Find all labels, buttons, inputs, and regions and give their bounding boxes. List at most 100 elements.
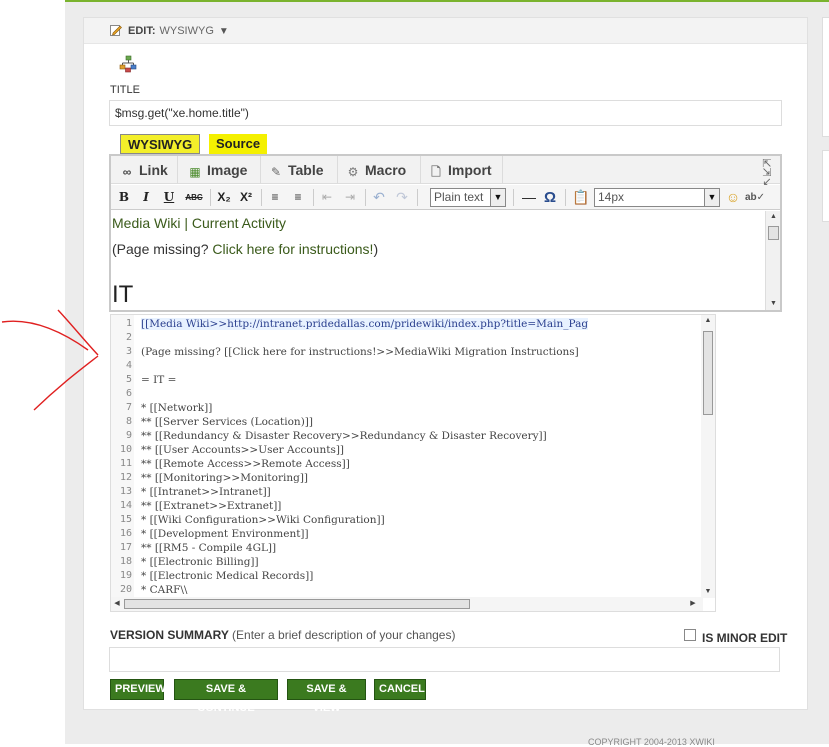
underline-button[interactable]: U — [162, 188, 176, 207]
macro-button[interactable]: ⚙ Macro — [345, 159, 407, 181]
editor-main-toolbar: ∞ Link ▦ Image ✎ Table ⚙ Macro 🗋 Import ⇱ ⇲ ↙ … — [111, 156, 780, 197]
code-line[interactable]: [[Media Wiki>>http://intranet.pridedalla… — [141, 318, 589, 330]
table-button[interactable]: ✎ Table — [268, 159, 324, 181]
code-line[interactable]: * [[Development Environment]] — [141, 528, 309, 540]
code-horizontal-scrollbar[interactable]: ◀ ▶ — [111, 597, 703, 611]
toolbar-divider — [177, 156, 178, 184]
numbered-list-icon[interactable]: ≡ — [290, 188, 306, 207]
minor-edit-checkbox[interactable] — [684, 629, 696, 641]
tab-wysiwyg[interactable]: WYSIWYG — [120, 134, 201, 154]
code-line[interactable]: ** [[Monitoring>>Monitoring]] — [141, 472, 308, 484]
content-scrollbar[interactable]: ▲ ▼ — [765, 211, 780, 310]
version-summary-hint: (Enter a brief description of your chang… — [232, 628, 456, 642]
line-number: 2 — [125, 332, 132, 343]
preview-button[interactable]: PREVIEW — [110, 679, 166, 700]
link-button[interactable]: ∞ Link — [119, 159, 168, 181]
side-panel-edge — [822, 150, 829, 222]
bold-button[interactable]: B — [117, 188, 131, 207]
font-size-select[interactable]: 14px ▼ — [594, 188, 720, 207]
source-code-editor[interactable]: 1 2 3 4 5 6 7 8 9 10 11 12 13 14 15 16 17 18 19 20 [[Media … — [110, 314, 716, 612]
code-line[interactable]: ** [[Redundancy & Disaster Recovery>>Red… — [141, 430, 547, 442]
strikethrough-button[interactable]: ABC — [183, 188, 205, 207]
image-icon: ▦ — [189, 165, 201, 179]
scroll-thumb[interactable] — [768, 226, 779, 240]
image-button[interactable]: ▦ Image — [187, 159, 247, 181]
toolbar-divider — [260, 156, 261, 184]
tab-source[interactable]: Source — [209, 134, 268, 154]
toolbar-divider — [210, 189, 211, 206]
superscript-button[interactable]: X² — [237, 188, 255, 207]
scroll-thumb[interactable] — [124, 599, 470, 609]
wysiwyg-content[interactable]: Media Wiki | Current Activity (Page miss… — [111, 211, 767, 310]
sitemap-icon[interactable] — [119, 55, 137, 73]
redo-icon[interactable]: ↷ — [394, 188, 410, 207]
toolbar-divider — [337, 156, 338, 184]
undo-icon[interactable]: ↶ — [371, 188, 387, 207]
code-line[interactable]: = IT = — [141, 374, 176, 386]
line-number: 8 — [125, 416, 132, 427]
editor-panel: EDIT: WYSIWYG ▼ TITLE $msg.get("xe.home.ti… — [83, 17, 808, 714]
code-line[interactable]: (Page missing? [[Click here for instruct… — [141, 346, 579, 358]
link-label: Link — [139, 162, 168, 178]
spellcheck-icon[interactable]: ab✓ — [745, 188, 765, 207]
style-select-value: Plain text — [434, 190, 484, 204]
style-select[interactable]: Plain text ▼ — [430, 188, 506, 207]
font-size-value: 14px — [598, 190, 625, 204]
edit-menu-bar[interactable]: EDIT: WYSIWYG ▼ — [84, 18, 807, 44]
scroll-down-icon[interactable]: ▼ — [766, 298, 781, 310]
scroll-right-icon[interactable]: ▶ — [687, 598, 699, 610]
code-line[interactable]: * [[Network]] — [141, 402, 212, 414]
copyright: COPYRIGHT 2004-2013 XWIKI — [588, 737, 715, 747]
special-char-button[interactable]: Ω — [541, 188, 559, 207]
import-button[interactable]: 🗋 Import — [428, 159, 491, 181]
indent-icon[interactable]: ⇥ — [342, 188, 358, 207]
scroll-up-icon[interactable]: ▲ — [766, 211, 781, 223]
chevron-down-icon: ▼ — [490, 189, 505, 206]
line-number: 15 — [119, 514, 132, 525]
note-suffix: ) — [373, 241, 379, 257]
subscript-button[interactable]: X₂ — [215, 188, 233, 207]
code-line[interactable]: * [[Wiki Configuration>>Wiki Configurati… — [141, 514, 385, 526]
italic-button[interactable]: I — [139, 188, 153, 207]
emoticon-icon[interactable]: ☺ — [725, 188, 741, 207]
version-summary-input[interactable] — [109, 647, 780, 672]
paste-icon[interactable]: 📋 — [572, 188, 590, 207]
cancel-button[interactable]: CANCEL — [374, 679, 426, 700]
chevron-down-icon: ▼ — [704, 189, 719, 206]
code-line[interactable]: ** [[Extranet>>Extranet]] — [141, 500, 281, 512]
save-and-continue-button[interactable]: SAVE & CONTINUE — [174, 679, 278, 714]
title-input[interactable]: $msg.get("xe.home.title") — [109, 100, 782, 126]
caret-down-icon[interactable]: ▼ — [219, 26, 229, 37]
code-line[interactable]: * [[Electronic Medical Records]] — [141, 570, 313, 582]
scroll-up-icon[interactable]: ▲ — [701, 315, 715, 327]
toolbar-divider — [261, 189, 262, 206]
toolbar-divider — [565, 189, 566, 206]
line-number: 14 — [119, 500, 132, 511]
code-line[interactable]: ** [[RM5 - Compile 4GL]] — [141, 542, 276, 554]
line-number: 1 — [125, 318, 132, 329]
code-line[interactable]: * CARF\\ — [141, 584, 187, 596]
instructions-link[interactable]: Click here for instructions! — [212, 241, 373, 257]
scroll-thumb[interactable] — [703, 331, 713, 415]
save-and-view-button[interactable]: SAVE & VIEW — [287, 679, 366, 714]
code-vertical-scrollbar[interactable]: ▲ ▼ — [701, 315, 715, 598]
code-line[interactable]: ** [[Remote Access>>Remote Access]] — [141, 458, 350, 470]
line-number: 6 — [125, 388, 132, 399]
code-line[interactable]: * [[Electronic Billing]] — [141, 556, 259, 568]
outdent-icon[interactable]: ⇤ — [319, 188, 335, 207]
code-line[interactable]: * [[Intranet>>Intranet]] — [141, 486, 271, 498]
toolbar-divider — [420, 156, 421, 184]
horizontal-rule-icon[interactable]: — — [520, 188, 538, 207]
title-label: TITLE — [110, 84, 140, 96]
code-line[interactable]: ** [[Server Services (Location)]] — [141, 416, 313, 428]
edit-mode-label[interactable]: EDIT: WYSIWYG ▼ — [128, 25, 229, 37]
scroll-left-icon[interactable]: ◀ — [111, 598, 123, 610]
scroll-down-icon[interactable]: ▼ — [701, 586, 715, 598]
line-number: 12 — [119, 472, 132, 483]
content-link-line[interactable]: Media Wiki | Current Activity — [112, 215, 286, 231]
bullet-list-icon[interactable]: ≡ — [267, 188, 283, 207]
toolbar-divider — [513, 189, 514, 206]
code-line[interactable]: ** [[User Accounts>>User Accounts]] — [141, 444, 344, 456]
line-number: 10 — [119, 444, 132, 455]
edit-mode-value: WYSIWYG — [159, 25, 214, 37]
